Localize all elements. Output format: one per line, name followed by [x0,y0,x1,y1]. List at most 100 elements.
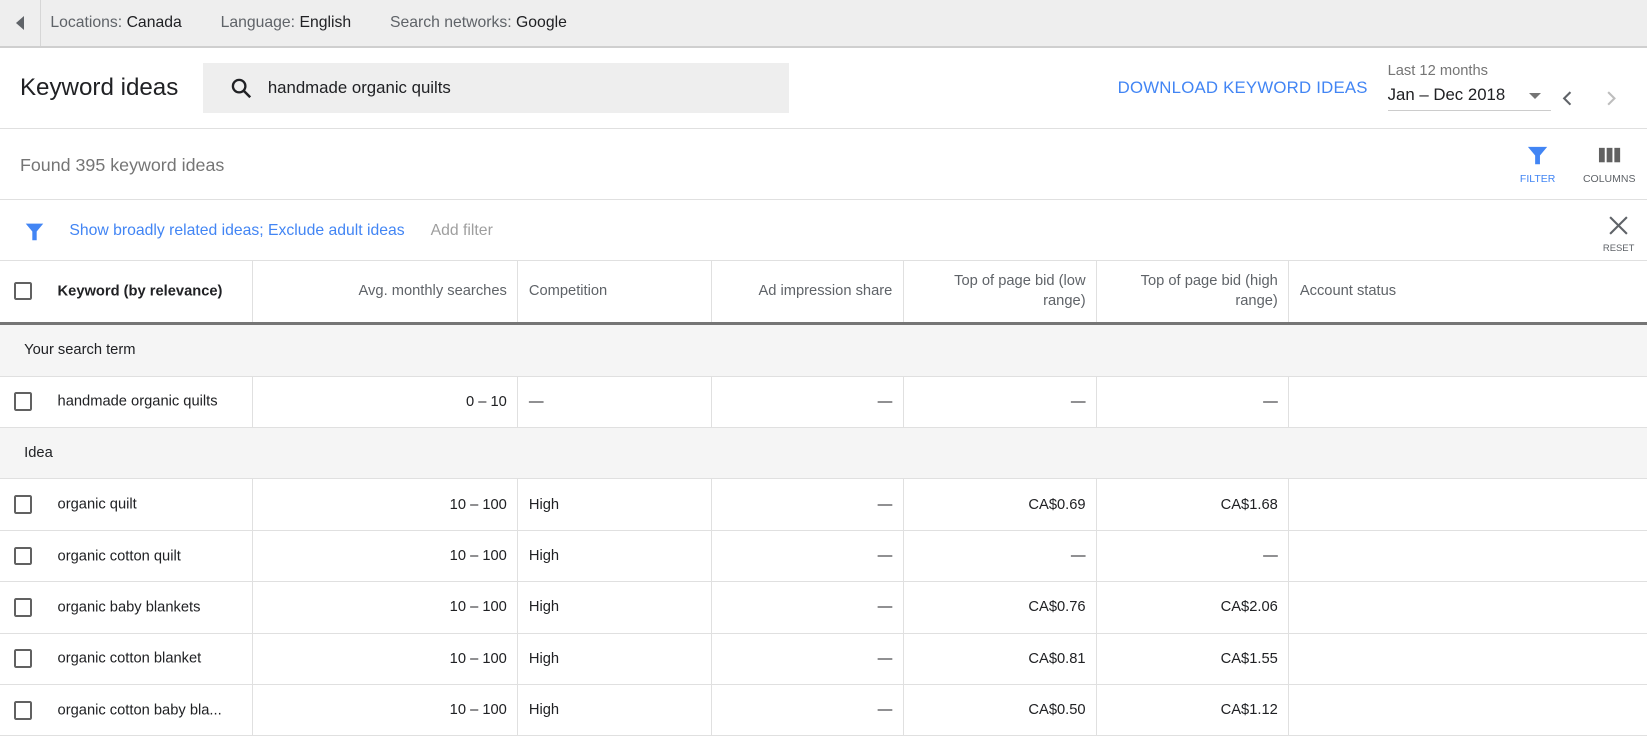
date-range-label: Last 12 months [1387,62,1489,79]
cell-account-status [1288,684,1647,736]
table-row[interactable]: organic quilt 10 – 100 High — CA$0.69 CA$1.68 [0,478,1647,531]
row-checkbox[interactable] [13,546,33,566]
keyword-text: organic cotton quilt [57,547,181,564]
cell-competition: High [517,478,712,531]
cell-account-status [1288,530,1647,583]
cell-ad-impression-share: — [711,376,904,428]
results-summary-bar: Found 395 keyword ideas FILTER COLUMNS [0,129,1647,201]
cell-avg-monthly-searches: 10 – 100 [252,530,519,583]
close-icon [1609,216,1628,235]
table-row[interactable]: handmade organic quilts 0 – 10— — — — [0,376,1647,428]
cell-bid-high: — [1096,530,1290,583]
cell-keyword: organic cotton quilt [0,530,253,583]
cell-bid-high: CA$1.55 [1096,633,1290,686]
cell-ad-impression-share: — [711,633,904,686]
cell-avg-monthly-searches: 10 – 100 [252,581,519,634]
section-header: Your search term [0,323,1647,377]
chevron-left-icon [1562,91,1572,106]
caret-left-icon [16,16,24,31]
cell-competition: High [517,530,712,583]
section-label: Your search term [0,323,1647,377]
cell-avg-monthly-searches: 10 – 100 [252,684,519,736]
cell-competition: — [517,376,712,428]
table-row[interactable]: organic cotton quilt 10 – 100 High — — — [0,530,1647,583]
table-row[interactable]: organic cotton blanket 10 – 100 High — CA$0.… [0,633,1647,686]
column-ad-impression-share[interactable]: Ad impression share [711,261,904,326]
keyword-text: handmade organic quilts [57,393,218,410]
filter-bar: Show broadly related ideas; Exclude adul… [0,200,1647,262]
cell-bid-high: — [1096,376,1290,428]
cell-bid-low: — [903,376,1098,428]
cell-bid-high: CA$1.12 [1096,684,1290,736]
filter-icon [1528,146,1548,164]
language-setting[interactable]: Language: English [221,14,352,32]
section-header: Idea [0,427,1647,480]
column-account-status[interactable]: Account status [1288,261,1647,326]
keyword-text: organic cotton blanket [57,650,202,667]
search-icon [231,78,252,98]
search-value: handmade organic quilts [267,78,451,98]
cell-avg-monthly-searches: 10 – 100 [252,478,519,531]
page-title: Keyword ideas [19,74,179,102]
column-avg-monthly-searches[interactable]: Avg. monthly searches [252,261,519,326]
add-filter-button[interactable]: Add filter [431,222,493,240]
cell-ad-impression-share: — [711,478,904,531]
row-checkbox[interactable] [13,495,33,514]
column-bid-high[interactable]: Top of page bid (high range) [1096,261,1290,326]
cell-account-status [1288,376,1647,428]
cell-competition: High [517,633,712,686]
column-competition[interactable]: Competition [517,261,712,326]
chevron-right-icon [1607,91,1616,106]
cell-avg-monthly-searches: 10 – 100 [252,633,519,686]
cell-competition: High [517,581,712,634]
date-range-value: Jan – Dec 2018 [1387,85,1506,105]
download-keyword-ideas-button[interactable]: DOWNLOAD KEYWORD IDEAS [1118,78,1368,98]
row-checkbox[interactable] [13,700,33,720]
next-period-button[interactable] [1605,86,1618,113]
applied-filters-link[interactable]: Show broadly related ideas; Exclude adul… [69,222,404,240]
cell-bid-low: — [903,530,1098,583]
cell-bid-high: CA$2.06 [1096,581,1290,634]
table-row[interactable]: organic baby blankets 10 – 100 High — CA$0.7… [0,581,1647,634]
cell-ad-impression-share: — [711,684,904,736]
networks-setting[interactable]: Search networks: Google [390,14,567,32]
cell-keyword: handmade organic quilts [0,376,253,428]
reset-button[interactable]: RESET [1603,215,1634,254]
search-input[interactable]: handmade organic quilts [202,63,789,113]
table-header: Keyword (by relevance) Avg. monthly sear… [0,261,1647,326]
cell-avg-monthly-searches: 0 – 10 [252,376,519,428]
header: Keyword ideas handmade organic quilts DO… [0,48,1647,130]
locations-setting[interactable]: Locations: Canada [50,14,181,32]
cell-keyword: organic cotton blanket [0,633,253,686]
keyword-text: organic cotton baby bla... [57,702,222,719]
date-range-select[interactable]: Last 12 months Jan – Dec 2018 [1387,62,1552,112]
cell-account-status [1288,633,1647,686]
row-checkbox[interactable] [13,649,33,669]
cell-bid-high: CA$1.68 [1096,478,1290,531]
column-bid-low[interactable]: Top of page bid (low range) [903,261,1098,326]
keyword-text: organic baby blankets [57,599,201,616]
table-row[interactable]: organic cotton baby bla... 10 – 100 High — C… [0,684,1647,736]
filter-button[interactable]: FILTER [1520,144,1555,185]
cell-bid-low: CA$0.50 [903,684,1098,736]
cell-keyword: organic quilt [0,478,253,531]
row-checkbox[interactable] [13,392,33,412]
results-count: Found 395 keyword ideas [19,155,225,176]
cell-bid-low: CA$0.81 [903,633,1098,686]
dropdown-arrow-icon [1528,92,1541,99]
cell-account-status [1288,581,1647,634]
cell-ad-impression-share: — [711,581,904,634]
column-keyword[interactable]: Keyword (by relevance) [0,261,253,326]
collapse-button[interactable] [0,0,41,47]
row-checkbox[interactable] [13,598,33,617]
select-all-checkbox[interactable] [13,281,33,301]
cell-bid-low: CA$0.76 [903,581,1098,634]
keyword-table: Keyword (by relevance) Avg. monthly sear… [0,261,1647,736]
cell-account-status [1288,478,1647,531]
section-label: Idea [0,427,1647,480]
top-bar: Locations: Canada Language: English Sear… [0,0,1647,49]
cell-keyword: organic cotton baby bla... [0,684,253,736]
cell-bid-low: CA$0.69 [903,478,1098,531]
columns-button[interactable]: COLUMNS [1583,144,1635,185]
previous-period-button[interactable] [1561,86,1574,113]
